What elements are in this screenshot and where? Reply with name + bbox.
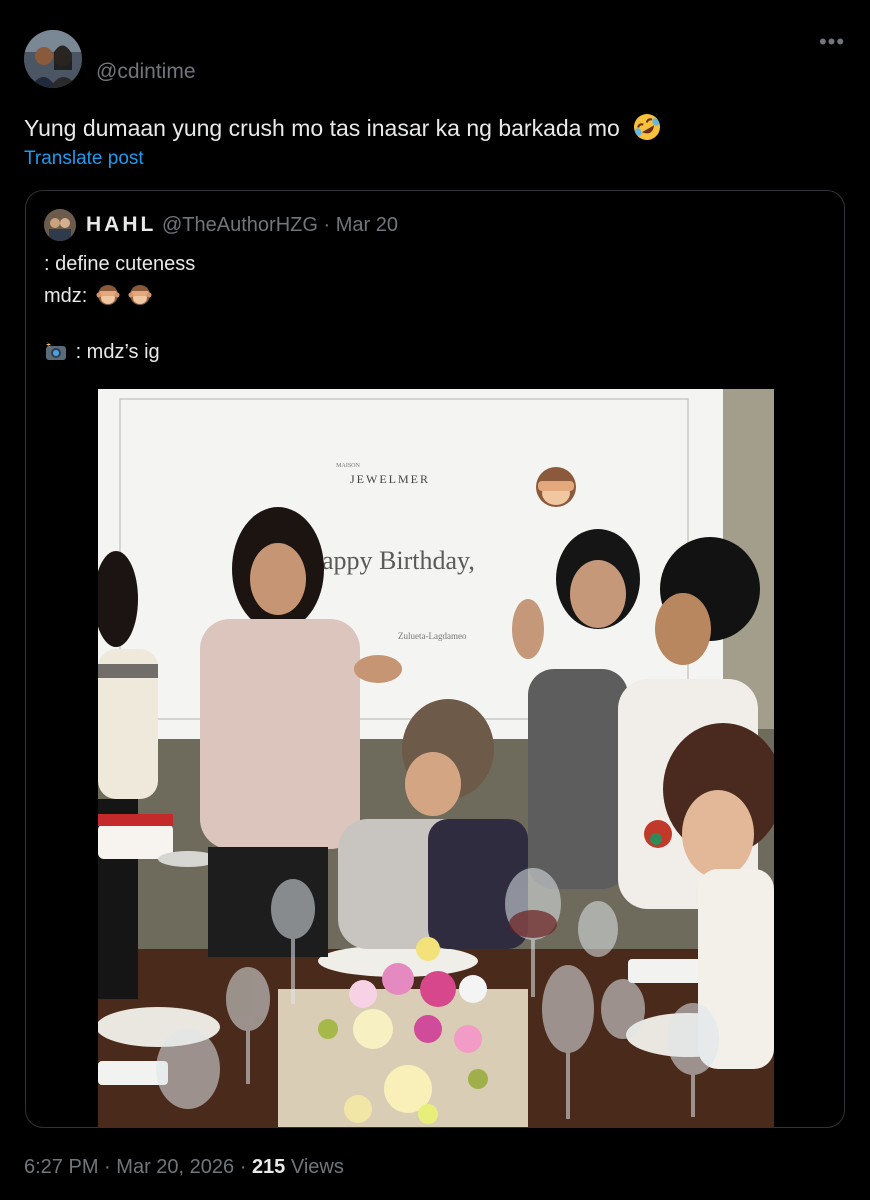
author-avatar[interactable] xyxy=(24,30,82,88)
post-text-content: Yung dumaan yung crush mo tas inasar ka … xyxy=(24,115,620,141)
views-count[interactable]: 215 xyxy=(252,1156,285,1178)
post-date[interactable]: Mar 20, 2026 xyxy=(116,1156,234,1178)
quoted-line-2: mdz: xyxy=(44,283,152,308)
views-label: Views xyxy=(290,1156,344,1178)
see-no-evil-monkey-icon xyxy=(96,285,120,305)
footer-separator: · xyxy=(239,1156,247,1178)
quoted-line-1: : define cuteness xyxy=(44,253,196,275)
quoted-line-3: : mdz’s ig xyxy=(44,339,160,364)
quoted-separator: · xyxy=(323,214,331,236)
quoted-handle[interactable]: @TheAuthorHZG xyxy=(162,214,318,236)
screen-brand: JEWELMER xyxy=(350,472,430,486)
screen-name-line: Zulueta-Lagdameo xyxy=(398,631,467,641)
quoted-display-name[interactable]: HAHL xyxy=(86,213,156,237)
quoted-post[interactable]: HAHL @TheAuthorHZG · Mar 20 : define cut… xyxy=(25,190,845,1128)
author-handle[interactable]: @cdintime xyxy=(96,60,196,84)
rolling-on-floor-laughing-icon xyxy=(634,114,661,140)
see-no-evil-monkey-icon xyxy=(128,285,152,305)
quoted-photo[interactable]: MAISON JEWELMER appy Birthday, Zulueta-L… xyxy=(98,389,774,1127)
quoted-line-3-text: : mdz’s ig xyxy=(75,341,160,363)
quoted-author-avatar[interactable] xyxy=(44,209,76,241)
post-text: Yung dumaan yung crush mo tas inasar ka … xyxy=(24,112,662,142)
quoted-meta: @TheAuthorHZG · Mar 20 xyxy=(162,214,398,237)
footer-separator: · xyxy=(104,1156,111,1178)
screen-brand-small: MAISON xyxy=(336,463,360,469)
post-time[interactable]: 6:27 PM xyxy=(24,1156,98,1178)
more-options-icon[interactable]: ••• xyxy=(816,30,848,62)
monkey-sticker xyxy=(536,467,576,507)
translate-post-link[interactable]: Translate post xyxy=(24,148,144,170)
quoted-date[interactable]: Mar 20 xyxy=(336,214,398,236)
birthday-photo-illustration: MAISON JEWELMER appy Birthday, Zulueta-L… xyxy=(98,389,774,1127)
quoted-line-2-text: mdz: xyxy=(44,285,88,307)
camera-with-flash-icon xyxy=(46,341,66,360)
post-footer: 6:27 PM · Mar 20, 2026 · 215 Views xyxy=(24,1156,344,1179)
screen-greeting: appy Birthday, xyxy=(322,546,475,575)
